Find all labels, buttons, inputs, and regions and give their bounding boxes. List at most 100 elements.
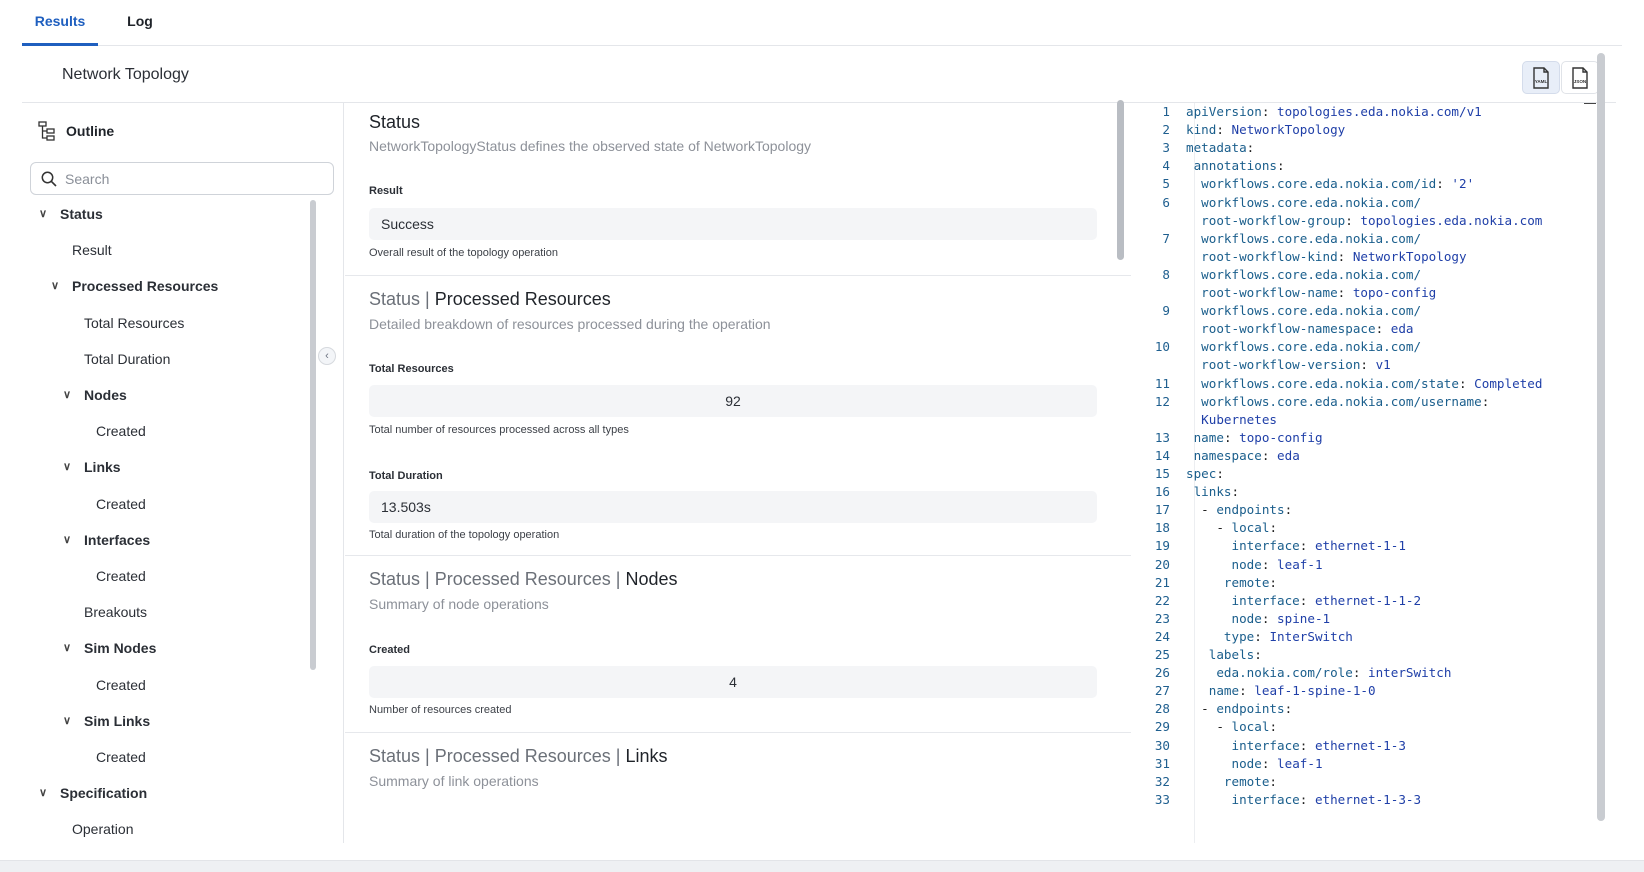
line-number: 18 — [1154, 520, 1170, 536]
section-title: Status | Processed Resources | Nodes — [369, 569, 678, 590]
detail-scrollbar[interactable] — [1117, 100, 1124, 260]
chevron-down-icon[interactable]: ∨ — [60, 637, 74, 659]
section-description: NetworkTopologyStatus defines the observ… — [369, 138, 812, 154]
outline-item[interactable]: ∨ Interfaces — [60, 529, 150, 551]
outline-item[interactable]: Created — [96, 565, 146, 587]
json-view-button[interactable]: JSON — [1561, 61, 1599, 94]
outline-item[interactable]: Total Resources — [84, 312, 184, 334]
outline-item-label: Created — [96, 749, 146, 765]
chevron-down-icon[interactable]: ∨ — [36, 782, 50, 804]
section-description: Summary of link operations — [369, 773, 539, 789]
outline-item-label: Total Duration — [84, 350, 171, 367]
code-text: links: — [1193, 484, 1240, 500]
line-number: 5 — [1162, 176, 1170, 192]
yaml-code-view[interactable]: 1 apiVersion: topologies.eda.nokia.com/v1… — [1134, 103, 1610, 843]
outline-item[interactable]: ∨ Links — [60, 456, 121, 478]
outline-item-label: Operation — [72, 821, 134, 838]
code-text: interface: ethernet-1-1 — [1231, 538, 1406, 554]
outline-item[interactable]: Breakouts — [84, 601, 147, 623]
page-title: Network Topology — [62, 66, 189, 83]
code-text: remote: — [1223, 574, 1278, 590]
tab-bar: Results Log — [22, 0, 1622, 46]
outline-item-label: Created — [96, 495, 146, 512]
chevron-down-icon[interactable]: ∨ — [60, 456, 74, 478]
search-input[interactable] — [65, 170, 305, 187]
total-resources-help: Total number of resources processed acro… — [369, 424, 629, 436]
code-text: Kubernetes — [1201, 411, 1277, 427]
code-text: interface: ethernet-1-3-3 — [1231, 791, 1422, 807]
outline-search[interactable] — [30, 162, 334, 195]
outline-item-label: Nodes — [84, 387, 127, 403]
line-number: 3 — [1162, 140, 1170, 156]
collapse-panel-button[interactable]: ‹ — [318, 347, 336, 365]
line-number: 23 — [1154, 610, 1170, 626]
line-number: 16 — [1154, 484, 1170, 500]
line-number: 14 — [1154, 447, 1170, 463]
outline-tree-icon — [38, 121, 55, 141]
yaml-button-label: YAML — [1535, 79, 1548, 84]
total-duration-value: 13.503s — [369, 491, 1097, 523]
bottom-bar — [0, 860, 1644, 872]
line-number: 31 — [1154, 755, 1170, 771]
outline-item[interactable]: Created — [96, 420, 146, 442]
code-scrollbar[interactable] — [1597, 53, 1605, 821]
chevron-down-icon[interactable]: ∨ — [60, 710, 74, 732]
line-number: 12 — [1154, 393, 1170, 409]
code-text: apiVersion: topologies.eda.nokia.com/v1 — [1186, 104, 1482, 119]
json-file-icon: JSON — [1572, 66, 1588, 89]
chevron-down-icon[interactable]: ∨ — [60, 384, 74, 406]
outline-item[interactable]: Operation — [72, 818, 133, 840]
line-number: 27 — [1154, 683, 1170, 699]
code-text: root-workflow-namespace: eda — [1201, 321, 1414, 337]
outline-scrollbar[interactable] — [310, 200, 316, 670]
field-label-total-duration: Total Duration — [369, 470, 443, 482]
outline-item[interactable]: Created — [96, 746, 146, 768]
tab-results[interactable]: Results — [22, 0, 98, 46]
outline-item[interactable]: ∨ Sim Nodes — [60, 637, 156, 659]
code-text: node: leaf-1 — [1231, 556, 1323, 572]
nodes-created-help: Number of resources created — [369, 704, 512, 716]
line-number: 8 — [1162, 266, 1170, 282]
line-number: 4 — [1162, 158, 1170, 174]
line-number: 9 — [1162, 303, 1170, 319]
tab-log[interactable]: Log — [120, 0, 160, 46]
detail-panel: Status NetworkTopologyStatus defines the… — [345, 103, 1131, 843]
line-number: 26 — [1154, 665, 1170, 681]
line-number: 13 — [1154, 429, 1170, 445]
yaml-view-button[interactable]: YAML — [1522, 61, 1560, 94]
outline-item[interactable]: Created — [96, 493, 146, 515]
total-duration-help: Total duration of the topology operation — [369, 529, 560, 541]
code-text: - local: — [1216, 719, 1278, 735]
code-text: type: InterSwitch — [1223, 628, 1353, 644]
outline-item[interactable]: ∨ Processed Resources — [48, 275, 218, 297]
line-number: 21 — [1154, 574, 1170, 590]
outline-item[interactable]: ∨ Specification — [36, 782, 147, 804]
result-help: Overall result of the topology operation — [369, 247, 558, 259]
outline-item-label: Specification — [60, 785, 148, 802]
outline-item[interactable]: ∨ Sim Links — [60, 710, 150, 732]
line-number: 30 — [1154, 737, 1170, 753]
chevron-down-icon[interactable]: ∨ — [48, 275, 62, 297]
code-text: kind: NetworkTopology — [1186, 122, 1346, 138]
line-number: 17 — [1154, 502, 1170, 518]
outline-item-label: Created — [96, 568, 146, 584]
total-resources-value: 92 — [369, 385, 1097, 417]
outline-item[interactable]: Result — [72, 239, 112, 261]
outline-item-label: Result — [72, 242, 112, 259]
chevron-down-icon[interactable]: ∨ — [36, 203, 50, 225]
outline-item[interactable]: ∨ Nodes — [60, 384, 127, 406]
code-text: workflows.core.eda.nokia.com/ — [1201, 303, 1422, 319]
chevron-down-icon[interactable]: ∨ — [60, 529, 74, 551]
outline-item[interactable]: Total Duration — [84, 348, 170, 370]
code-text: name: topo-config — [1193, 429, 1323, 445]
code-text: workflows.core.eda.nokia.com/ — [1201, 194, 1422, 210]
outline-item[interactable]: ∨ Status — [36, 203, 103, 225]
code-text: - local: — [1216, 520, 1278, 536]
chevron-left-icon: ‹ — [325, 350, 329, 362]
field-label-result: Result — [369, 185, 403, 197]
line-number: 28 — [1154, 701, 1170, 717]
status-section: Status NetworkTopologyStatus defines the… — [345, 103, 1131, 276]
code-text: remote: — [1223, 773, 1278, 789]
outline-item[interactable]: Created — [96, 674, 146, 696]
section-description: Summary of node operations — [369, 596, 549, 612]
